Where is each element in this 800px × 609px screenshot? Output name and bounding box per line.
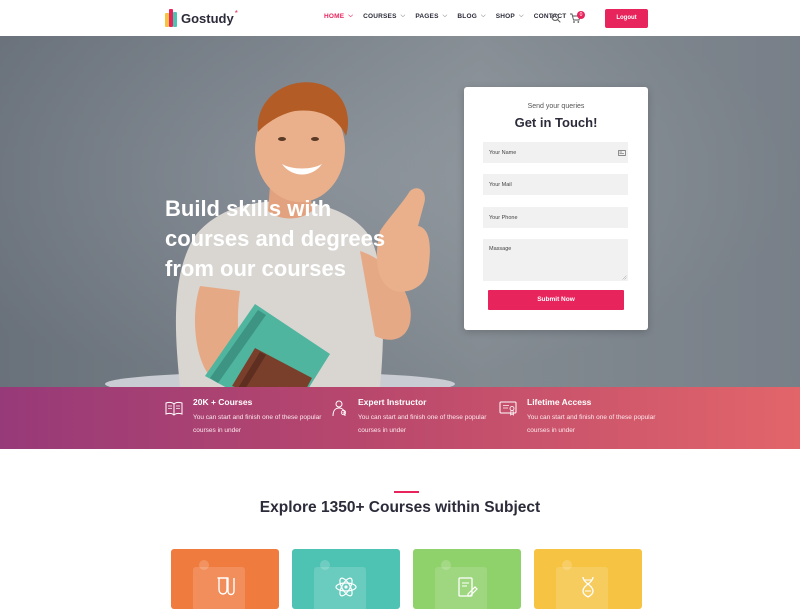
hero-title-line: Build skills with — [165, 196, 332, 221]
email-field-placeholder: Your Mail — [489, 182, 512, 188]
chevron-down-icon: ⌵ — [442, 13, 448, 19]
subject-card[interactable] — [534, 549, 642, 609]
explore-title: Explore 1350+ Courses within Subject — [259, 499, 541, 516]
submit-button[interactable]: Submit Now — [488, 290, 624, 310]
hero-title: Build skills with courses and degrees fr… — [165, 194, 425, 284]
logout-button[interactable]: Logout — [605, 9, 648, 28]
resize-grip-icon[interactable] — [622, 275, 627, 280]
cart-count-badge: 0 — [577, 11, 585, 19]
logo-mark-icon — [165, 9, 179, 27]
logo-star: * — [234, 8, 238, 18]
section-divider — [394, 491, 419, 493]
feature-title: 20K + Courses — [193, 397, 253, 407]
hero-title-line: courses and degrees — [165, 226, 386, 251]
certificate-icon — [499, 401, 517, 416]
chevron-down-icon: ⌵ — [480, 13, 486, 19]
dna-icon — [582, 576, 594, 598]
name-field[interactable]: Your Name — [483, 142, 628, 163]
document-pen-icon — [458, 577, 478, 597]
feature-title: Expert Instructor — [358, 397, 427, 407]
nav-home[interactable]: HOME ⌵ — [324, 13, 353, 20]
email-field[interactable]: Your Mail — [483, 174, 628, 195]
flask-icon — [217, 577, 235, 596]
chevron-down-icon: ⌵ — [518, 13, 524, 19]
contact-title: Get in Touch! — [514, 115, 598, 130]
subject-card[interactable] — [171, 549, 279, 609]
book-icon — [165, 401, 183, 416]
message-field[interactable]: Massage — [483, 239, 628, 281]
contact-form-card: Send your queries Get in Touch! Your Nam… — [464, 87, 648, 330]
subject-card[interactable] — [292, 549, 400, 609]
nav-pages[interactable]: PAGES ⌵ — [415, 13, 447, 20]
main-nav: HOME ⌵ COURSES ⌵ PAGES ⌵ BLOG ⌵ SHOP ⌵ C… — [324, 13, 576, 20]
logo-text: Gostudy — [181, 10, 234, 26]
nav-courses[interactable]: COURSES ⌵ — [363, 13, 405, 20]
nav-blog-label: BLOG — [457, 13, 477, 20]
name-field-placeholder: Your Name — [489, 150, 517, 156]
feature-desc: You can start and finish one of these po… — [358, 414, 487, 434]
hero-title-line: from our courses — [165, 256, 346, 281]
contact-subtitle: Send your queries — [527, 103, 585, 110]
logo[interactable]: Gostudy * — [165, 8, 238, 28]
instructor-icon — [332, 400, 347, 417]
search-icon[interactable] — [551, 13, 561, 23]
atom-icon — [335, 577, 357, 597]
nav-shop[interactable]: SHOP ⌵ — [496, 13, 524, 20]
nav-home-label: HOME — [324, 13, 345, 20]
phone-field-placeholder: Your Phone — [489, 215, 518, 221]
feature-title: Lifetime Access — [527, 397, 592, 407]
nav-blog[interactable]: BLOG ⌵ — [457, 13, 485, 20]
features-strip: 20K + Courses You can start and finish o… — [0, 387, 800, 449]
subject-card[interactable] — [413, 549, 521, 609]
chevron-down-icon: ⌵ — [348, 13, 354, 19]
message-field-placeholder: Massage — [489, 246, 512, 252]
nav-courses-label: COURSES — [363, 13, 397, 20]
hero-section: Build skills with courses and degrees fr… — [0, 36, 800, 387]
feature-desc: You can start and finish one of these po… — [527, 414, 656, 434]
id-card-icon — [618, 150, 626, 156]
phone-field[interactable]: Your Phone — [483, 207, 628, 228]
site-header: Gostudy * HOME ⌵ COURSES ⌵ PAGES ⌵ BLOG … — [0, 0, 800, 36]
chevron-down-icon: ⌵ — [400, 13, 406, 19]
nav-shop-label: SHOP — [495, 13, 515, 20]
feature-desc: You can start and finish one of these po… — [193, 414, 322, 434]
nav-pages-label: PAGES — [415, 13, 439, 20]
